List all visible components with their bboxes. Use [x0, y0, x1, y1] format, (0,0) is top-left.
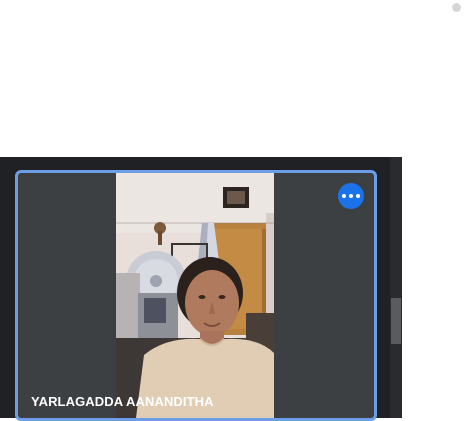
corner-dot-icon	[452, 3, 461, 12]
blank-top-area	[0, 0, 466, 157]
more-horizontal-icon	[349, 194, 353, 198]
more-horizontal-icon	[342, 194, 346, 198]
participant-tile[interactable]: YARLAGADDA AANANDITHA	[15, 170, 377, 421]
scrollbar-thumb[interactable]	[391, 298, 401, 344]
more-horizontal-icon	[356, 194, 360, 198]
participant-video	[116, 173, 274, 418]
video-frame-image	[116, 173, 274, 418]
scrollbar[interactable]	[390, 157, 402, 418]
more-options-button[interactable]	[338, 183, 364, 209]
participant-name: YARLAGADDA AANANDITHA	[31, 394, 214, 409]
